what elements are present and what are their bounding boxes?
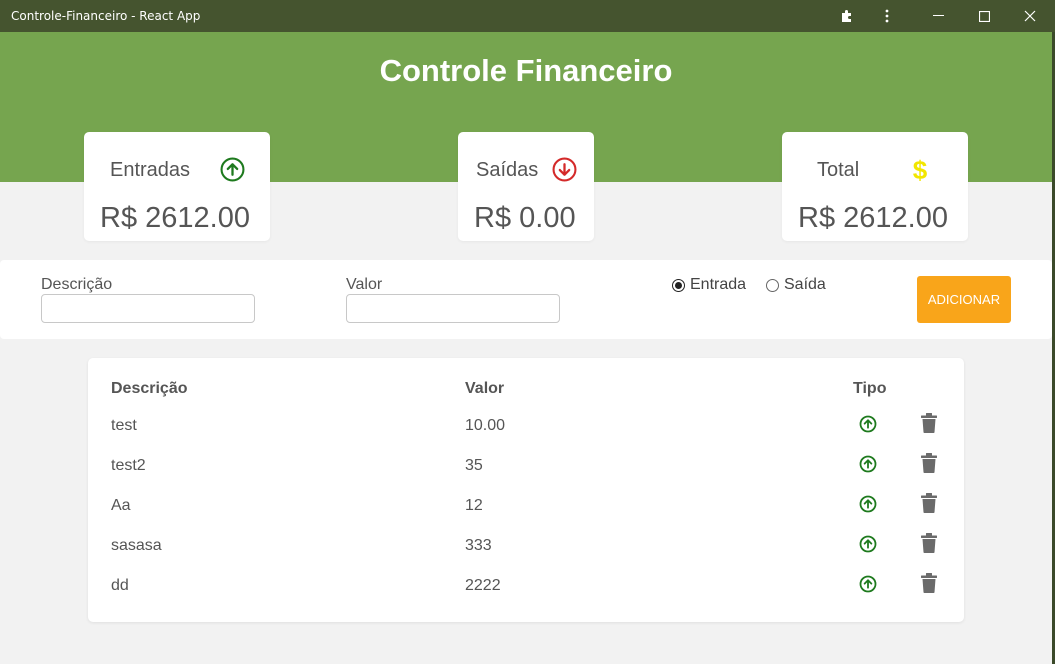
row-description: dd	[111, 577, 129, 594]
add-button[interactable]: ADICIONAR	[917, 276, 1011, 323]
description-label: Descrição	[41, 276, 113, 293]
radio-income-dot[interactable]	[672, 278, 685, 292]
arrow-up-circle-icon	[220, 157, 245, 187]
table-row: sasasa 333	[88, 527, 964, 567]
trash-icon	[921, 533, 937, 554]
trash-icon	[921, 493, 937, 514]
delete-button[interactable]	[921, 533, 937, 558]
close-button[interactable]	[1008, 0, 1052, 32]
header-value: Valor	[465, 380, 505, 397]
delete-button[interactable]	[921, 493, 937, 518]
add-transaction-form: Descrição Valor Entrada Saída ADICIONAR	[0, 260, 1052, 339]
close-icon	[1024, 10, 1036, 22]
income-label: Entradas	[110, 159, 191, 181]
delete-button[interactable]	[921, 453, 937, 478]
row-value: 2222	[465, 577, 501, 594]
row-value: 12	[465, 497, 483, 514]
expense-value: R$ 0.00	[474, 202, 576, 234]
svg-text:$: $	[913, 156, 928, 184]
page-title: Controle Financeiro	[379, 53, 673, 88]
header-description: Descrição	[111, 380, 188, 397]
value-input[interactable]	[346, 294, 560, 323]
delete-button[interactable]	[921, 573, 937, 598]
header-type: Tipo	[853, 380, 887, 397]
maximize-button[interactable]	[962, 0, 1006, 32]
window-titlebar: Controle-Financeiro - React App	[0, 0, 1055, 32]
kebab-menu-icon	[885, 9, 889, 23]
minimize-button[interactable]	[916, 0, 960, 32]
arrow-up-circle-icon	[859, 535, 877, 558]
total-card: Total $ R$ 2612.00	[782, 132, 968, 241]
radio-income-label: Entrada	[690, 276, 747, 293]
radio-expense-label: Saída	[784, 276, 826, 293]
income-value: R$ 2612.00	[100, 202, 250, 234]
row-value: 35	[465, 457, 483, 474]
window-title: Controle-Financeiro - React App	[11, 9, 201, 23]
arrow-down-circle-icon	[552, 157, 577, 187]
total-value: R$ 2612.00	[798, 202, 948, 234]
table-row: dd 2222	[88, 567, 964, 607]
delete-button[interactable]	[921, 413, 937, 438]
radio-expense-dot[interactable]	[766, 278, 779, 292]
total-label: Total	[817, 159, 860, 181]
expense-card: Saídas R$ 0.00	[458, 132, 594, 241]
transactions-table: Descrição Valor Tipo test 10.00 test2 35…	[88, 358, 964, 622]
trash-icon	[921, 573, 937, 594]
more-options-button[interactable]	[876, 0, 898, 32]
arrow-up-circle-icon	[859, 575, 877, 598]
row-description: sasasa	[111, 537, 162, 554]
arrow-up-circle-icon	[859, 455, 877, 478]
row-description: test2	[111, 457, 146, 474]
description-input[interactable]	[41, 294, 255, 323]
maximize-icon	[978, 10, 990, 22]
dollar-icon: $	[910, 155, 930, 189]
row-value: 333	[465, 537, 492, 554]
table-row: test2 35	[88, 447, 964, 487]
expense-label: Saídas	[476, 159, 539, 181]
extensions-button[interactable]	[836, 0, 858, 32]
radio-income[interactable]: Entrada	[672, 276, 746, 294]
value-label: Valor	[346, 276, 383, 293]
row-description: Aa	[111, 497, 131, 514]
arrow-up-circle-icon	[859, 415, 877, 438]
arrow-up-circle-icon	[859, 495, 877, 518]
radio-expense[interactable]: Saída	[766, 276, 826, 294]
table-row: test 10.00	[88, 407, 964, 447]
income-card: Entradas R$ 2612.00	[84, 132, 270, 241]
trash-icon	[921, 453, 937, 474]
table-row: Aa 12	[88, 487, 964, 527]
row-value: 10.00	[465, 417, 506, 434]
minimize-icon	[932, 15, 944, 16]
puzzle-icon	[842, 10, 851, 22]
trash-icon	[921, 413, 937, 434]
row-description: test	[111, 417, 137, 434]
